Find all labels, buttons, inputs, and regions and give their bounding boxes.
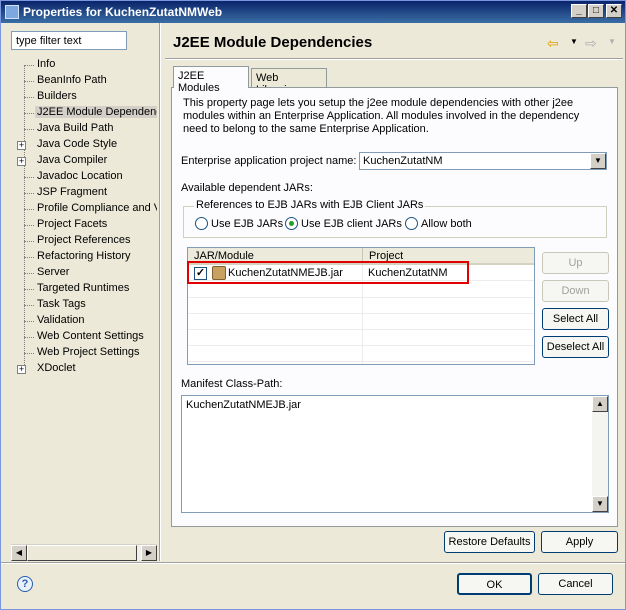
ear-project-value: KuchenZutatNM — [363, 155, 443, 167]
table-row-empty — [188, 330, 534, 346]
tab-web-libraries[interactable]: Web Libraries — [251, 68, 327, 96]
scroll-left-icon[interactable]: ◀ — [11, 545, 27, 561]
back-arrow-icon[interactable]: ⇦ — [547, 35, 559, 52]
radio-use-ejb-jars[interactable] — [195, 217, 208, 230]
scroll-thumb[interactable] — [27, 545, 137, 561]
expand-icon[interactable]: + — [17, 141, 26, 150]
ear-project-combo[interactable]: KuchenZutatNM ▼ — [359, 152, 607, 170]
maximize-button[interactable]: □ — [588, 4, 604, 18]
ok-button[interactable]: OK — [457, 573, 532, 595]
deselect-all-button[interactable]: Deselect All — [542, 336, 609, 358]
radio-allow-both[interactable] — [405, 217, 418, 230]
radio-use-ejb-client-jars-label: Use EJB client JARs — [301, 218, 402, 230]
close-button[interactable]: ✕ — [606, 4, 622, 18]
up-button[interactable]: Up — [542, 252, 609, 274]
manifest-classpath-field[interactable]: KuchenZutatNMEJB.jar ▲ ▼ — [181, 395, 609, 513]
table-row-empty — [188, 314, 534, 330]
manifest-vertical-scrollbar[interactable]: ▲ ▼ — [592, 396, 608, 512]
header-separator — [165, 58, 623, 60]
scroll-up-icon[interactable]: ▲ — [592, 396, 608, 412]
restore-defaults-button[interactable]: Restore Defaults — [444, 531, 535, 553]
tree-horizontal-scrollbar[interactable]: ◀ ▶ — [11, 544, 157, 561]
down-button[interactable]: Down — [542, 280, 609, 302]
highlight-box — [187, 261, 469, 284]
select-all-button[interactable]: Select All — [542, 308, 609, 330]
minimize-button[interactable]: _ — [571, 4, 587, 18]
cancel-button[interactable]: Cancel — [538, 573, 613, 595]
forward-dropdown-icon[interactable]: ▼ — [608, 37, 616, 46]
expand-icon[interactable]: + — [17, 157, 26, 166]
chevron-down-icon[interactable]: ▼ — [590, 153, 606, 169]
filter-input[interactable] — [11, 31, 127, 50]
scroll-right-icon[interactable]: ▶ — [141, 545, 157, 561]
page-description: This property page lets you setup the j2… — [183, 97, 580, 135]
footer-separator — [1, 562, 625, 564]
page-title: J2EE Module Dependencies — [173, 34, 373, 51]
ear-project-label: Enterprise application project name: — [181, 155, 357, 167]
table-row-empty — [188, 298, 534, 314]
radio-selected-dot — [289, 221, 294, 226]
expand-icon[interactable]: + — [17, 365, 26, 374]
properties-dialog: Properties for KuchenZutatNMWeb _ □ ✕ In… — [0, 0, 626, 610]
radio-use-ejb-client-jars[interactable] — [285, 217, 298, 230]
back-dropdown-icon[interactable]: ▼ — [570, 37, 578, 46]
manifest-classpath-value: KuchenZutatNMEJB.jar — [186, 399, 301, 411]
manifest-classpath-label: Manifest Class-Path: — [181, 378, 283, 390]
apply-button[interactable]: Apply — [541, 531, 618, 553]
pane-splitter[interactable] — [159, 23, 161, 561]
table-row-empty — [188, 346, 534, 362]
table-row-empty — [188, 282, 534, 298]
window-title: Properties for KuchenZutatNMWeb — [23, 5, 223, 19]
available-jars-label: Available dependent JARs: — [181, 182, 313, 194]
help-icon[interactable]: ? — [17, 576, 33, 592]
tab-j2ee-modules[interactable]: J2EE Modules — [173, 66, 249, 94]
radio-allow-both-label: Allow both — [421, 218, 472, 230]
tree-guide-line — [24, 65, 25, 369]
scroll-down-icon[interactable]: ▼ — [592, 496, 608, 512]
radio-use-ejb-jars-label: Use EJB JARs — [211, 218, 284, 230]
forward-arrow-icon[interactable]: ⇨ — [585, 35, 597, 52]
ejb-reference-group-title: References to EJB JARs with EJB Client J… — [194, 199, 426, 211]
title-bar: Properties for KuchenZutatNMWeb _ □ ✕ — [1, 1, 625, 23]
property-tree: Info BeanInfo Path Builders J2EE Module … — [11, 57, 157, 541]
window-icon — [5, 5, 19, 19]
